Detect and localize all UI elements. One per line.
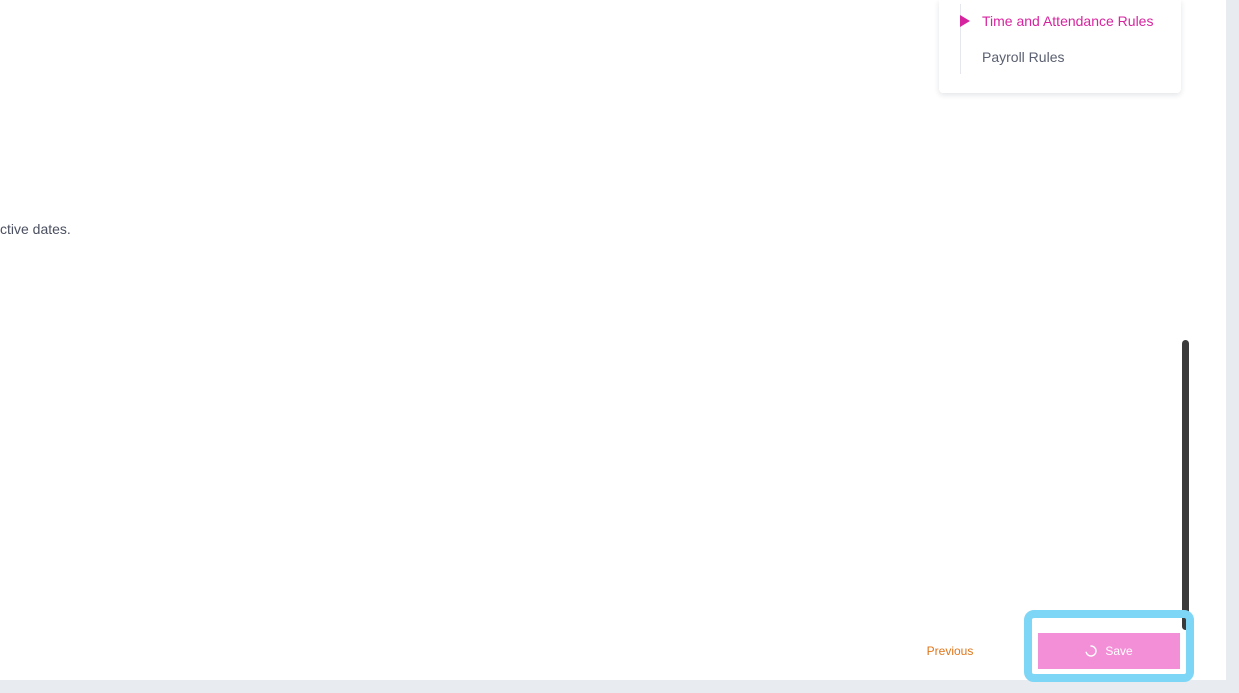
main-panel: ctive dates. Time and Attendance Rules P… [0,0,1226,682]
description-text: ctive dates. [0,221,71,237]
nav-item-time-and-attendance-rules[interactable]: Time and Attendance Rules [982,13,1153,29]
nav-item-payroll-rules[interactable]: Payroll Rules [982,49,1064,65]
loading-spinner-icon [1085,645,1098,657]
caret-right-icon [960,15,970,27]
vertical-scrollbar[interactable] [1182,340,1189,630]
previous-button[interactable]: Previous [912,639,988,663]
save-label: Save [1105,644,1133,658]
section-nav: Time and Attendance Rules Payroll Rules [939,0,1181,93]
previous-label: Previous [926,644,974,658]
save-button[interactable]: Save [1037,632,1181,670]
